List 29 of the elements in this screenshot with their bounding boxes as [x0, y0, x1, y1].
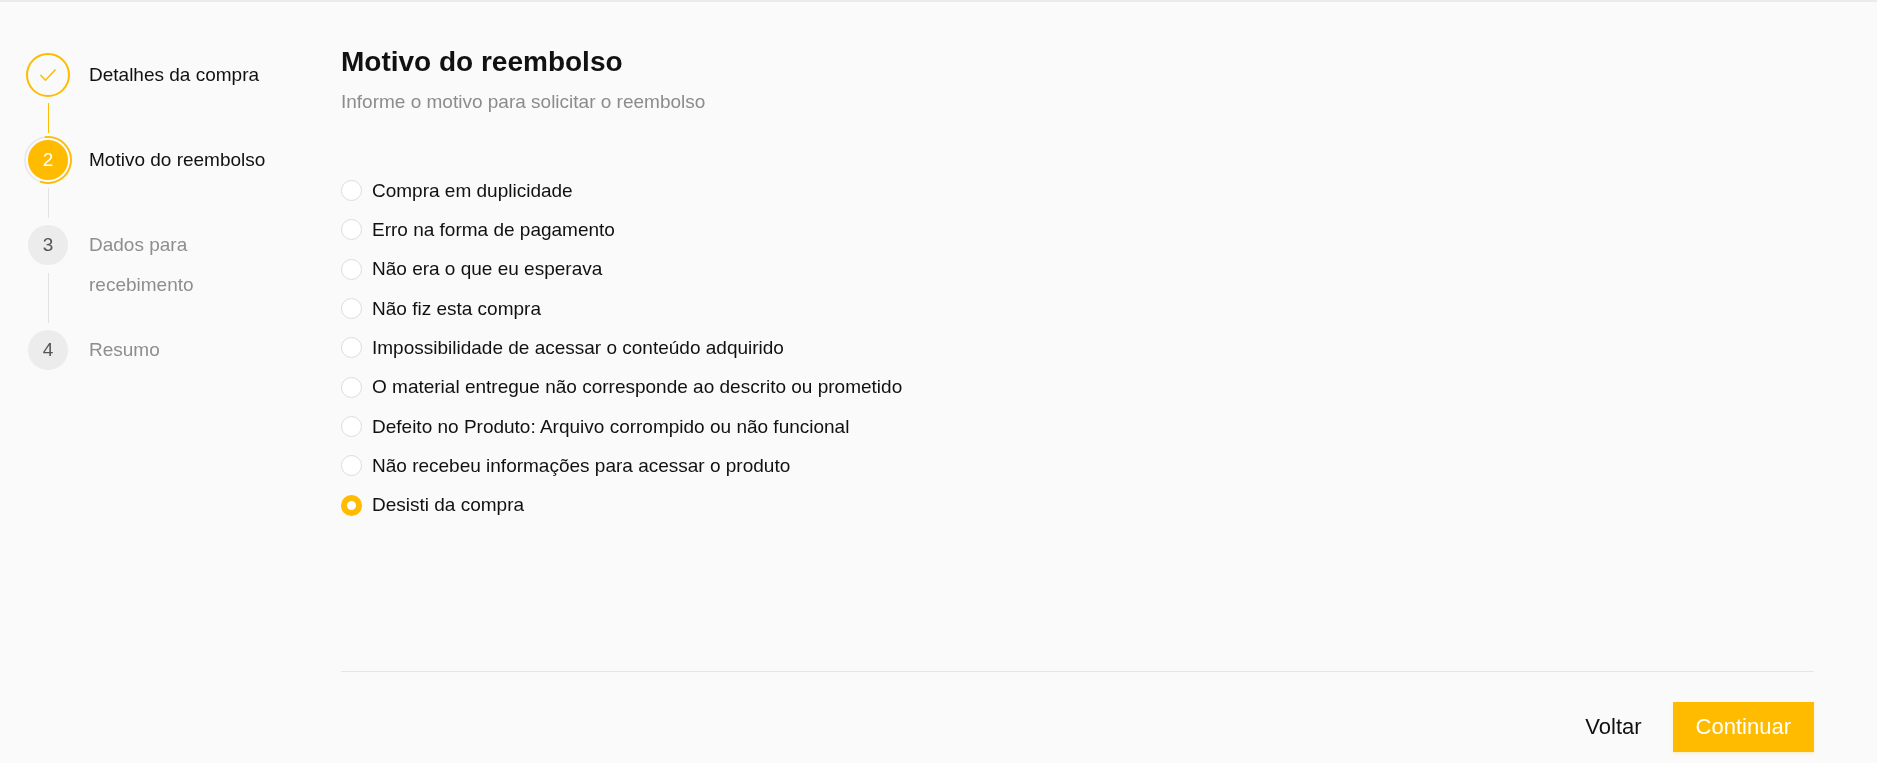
option-label[interactable]: Não fiz esta compra: [372, 296, 541, 321]
option-label[interactable]: Não era o que eu esperava: [372, 257, 603, 282]
option-label[interactable]: O material entregue não corresponde ao descrito ou prometido: [372, 375, 903, 400]
radio-button[interactable]: [341, 455, 362, 477]
option-label[interactable]: Compra em duplicidade: [372, 178, 573, 203]
step-number: 2: [24, 136, 72, 184]
radio-button[interactable]: [341, 298, 362, 320]
step-label: Detalhes da compra: [89, 63, 260, 87]
radio-button[interactable]: [341, 337, 362, 359]
radio-button[interactable]: [341, 416, 362, 438]
form-title: Motivo do reembolso: [341, 45, 623, 79]
step-label: Motivo do reembolso: [89, 148, 266, 172]
radio-button[interactable]: [341, 258, 362, 280]
step-number: 3: [28, 225, 68, 265]
check-icon: [39, 68, 57, 82]
radio-button[interactable]: [341, 494, 362, 516]
form-subtitle: Informe o motivo para solicitar o reembolso: [341, 90, 706, 114]
option-label[interactable]: Erro na forma de pagamento: [372, 218, 615, 242]
step-label: Resumo: [89, 338, 160, 362]
radio-button[interactable]: [341, 376, 362, 398]
radio-button[interactable]: [341, 219, 362, 241]
radio-button[interactable]: [341, 180, 362, 202]
option-label[interactable]: Desisti da compra: [372, 493, 525, 518]
back-button[interactable]: Voltar: [1569, 702, 1658, 752]
step-number: 4: [28, 330, 68, 370]
option-label[interactable]: Impossibilidade de acessar o conteúdo adquirido: [372, 335, 784, 360]
step-label: Dados para recebimento: [89, 233, 195, 297]
option-label[interactable]: Defeito no Produto: Arquivo corrompido ou não funcional: [372, 414, 850, 439]
option-label[interactable]: Não recebeu informações para acessar o produto: [372, 453, 791, 478]
